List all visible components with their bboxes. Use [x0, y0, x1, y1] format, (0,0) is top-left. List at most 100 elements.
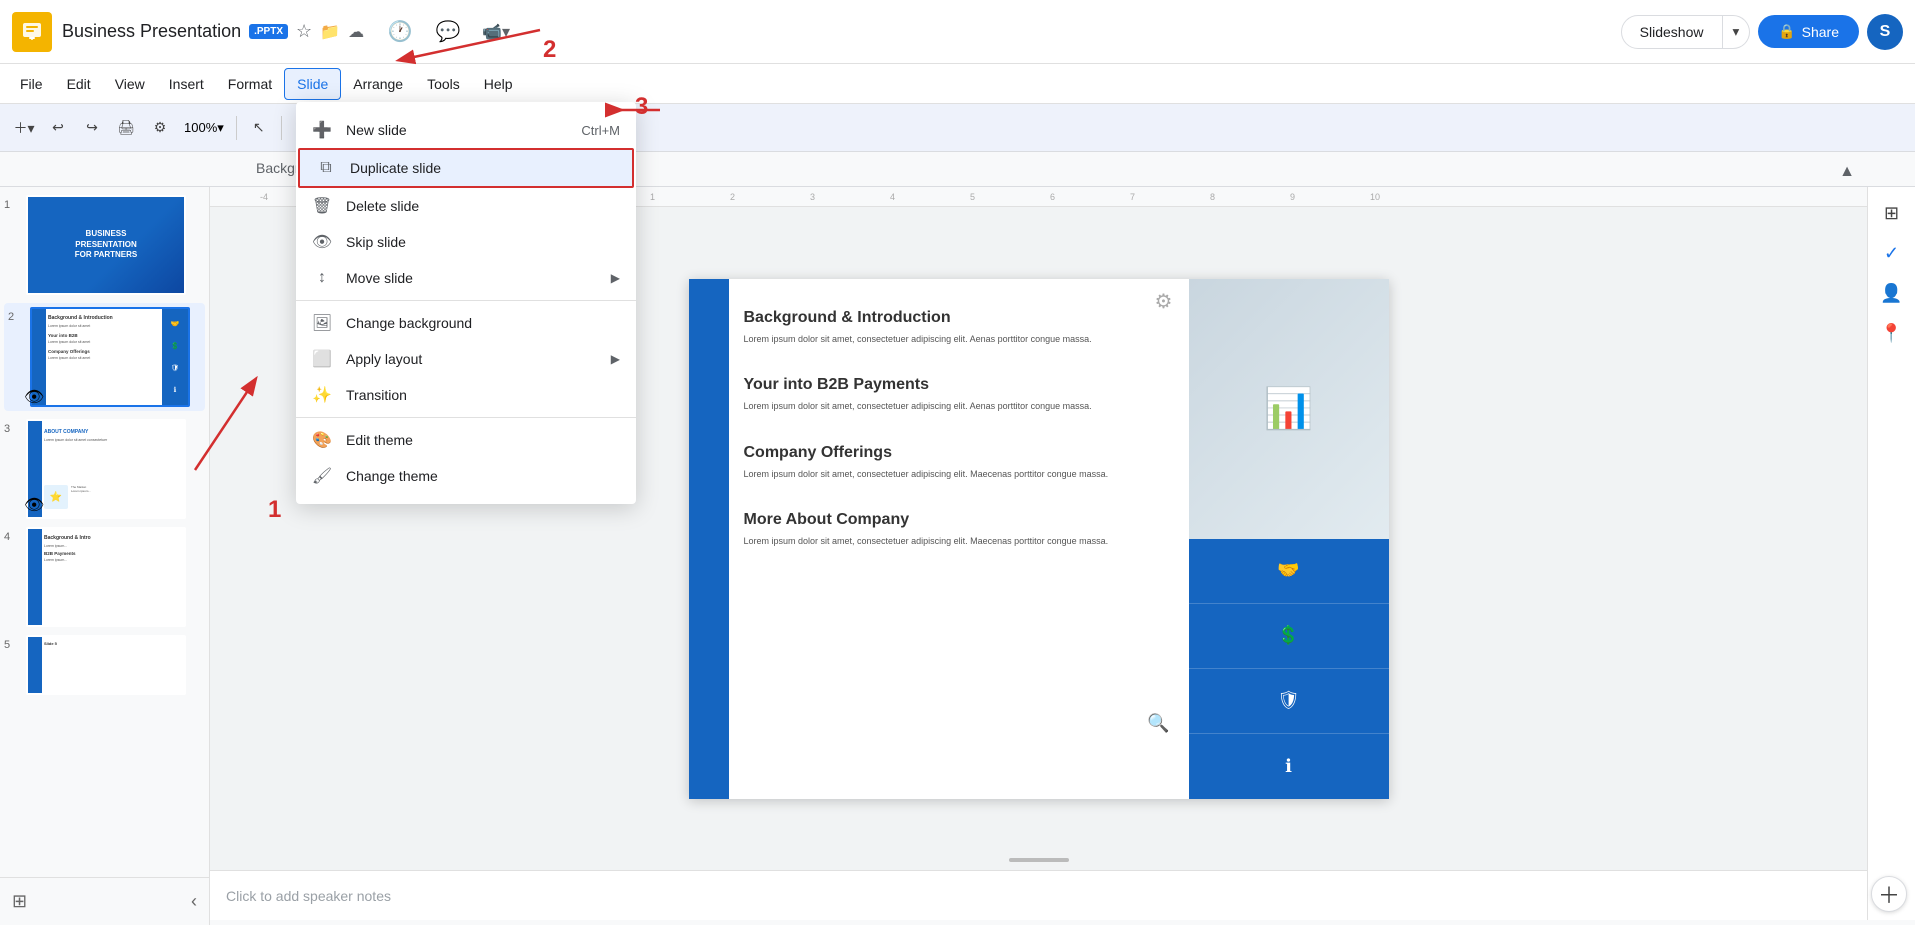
slide-thumb-4[interactable]: 4 Background & Intro Lorem ipsum... B2B …	[4, 527, 205, 627]
rs-table-icon[interactable]: ⊞	[1874, 195, 1910, 231]
toolbar-cursor-btn[interactable]: ↖	[243, 112, 275, 144]
slide-panel-bottom: ⊞ ‹	[0, 877, 210, 925]
edit-theme-icon: 🎨	[312, 430, 332, 450]
share-button[interactable]: 🔒 Share	[1758, 15, 1859, 48]
pptx-badge: .PPTX	[249, 24, 288, 39]
menu-duplicate-slide[interactable]: ⧉ Duplicate slide	[298, 148, 634, 188]
notes-placeholder[interactable]: Click to add speaker notes	[226, 888, 391, 904]
cloud-icon[interactable]: ☁	[348, 22, 364, 42]
apply-layout-arrow: ▶	[611, 352, 620, 366]
history-icon[interactable]: 🕐	[380, 12, 420, 52]
menu-change-theme[interactable]: 🖌 Change theme	[296, 458, 636, 494]
move-slide-arrow: ▶	[611, 271, 620, 285]
menu-section-1: ➕ New slide Ctrl+M ⧉ Duplicate slide 🗑 D…	[296, 108, 636, 301]
rs-check-icon[interactable]: ✓	[1874, 235, 1910, 271]
notes-area[interactable]: Click to add speaker notes	[210, 870, 1867, 920]
slide-heading-4: More About Company	[744, 511, 1179, 529]
doc-title[interactable]: Business Presentation	[62, 21, 241, 43]
menu-transition[interactable]: ✨ Transition	[296, 377, 636, 413]
toolbar-separator-2	[281, 116, 282, 140]
slide-num-3: 3	[4, 419, 20, 435]
slide-text-3: Lorem ipsum dolor sit amet, consectetuer…	[744, 468, 1179, 482]
delete-slide-icon: 🗑	[312, 196, 332, 216]
grid-view-button[interactable]: ⊞	[12, 891, 27, 912]
slide-thumb-5[interactable]: 5 Slide 5	[4, 635, 205, 695]
app-icon	[12, 12, 52, 52]
menu-section-2: 🖼 Change background ⬜ Apply layout ▶ ✨ T…	[296, 301, 636, 418]
toolbar-undo-btn[interactable]: ↩	[42, 112, 74, 144]
present-icon[interactable]: 📹▾	[476, 12, 516, 52]
title-area: Business Presentation .PPTX ☆ 📁 ☁	[62, 21, 364, 43]
menu-bar: File Edit View Insert Format Slide Arran…	[0, 64, 1915, 104]
slideshow-btn-area: Slideshow ▾ 🔒 Share S	[1621, 14, 1903, 50]
rs-person-icon[interactable]: 👤	[1874, 275, 1910, 311]
zoom-dropdown-icon: ▾	[217, 120, 224, 136]
menu-new-slide[interactable]: ➕ New slide Ctrl+M	[296, 112, 636, 148]
lock-icon: 🔒	[1778, 23, 1795, 40]
tab-group: Background & Layout Theme Transition	[0, 152, 1915, 186]
topright-icons: 🕐 💬 📹▾	[380, 12, 516, 52]
slide-thumb-1[interactable]: 1 BUSINESSPRESENTATIONFOR PARTNERS	[4, 195, 205, 295]
slide-preview-4[interactable]: Background & Intro Lorem ipsum... B2B Pa…	[26, 527, 186, 627]
slide-preview-3[interactable]: ABOUT COMPANY Lorem ipsum dolor sit amet…	[26, 419, 186, 519]
slide-preview-1[interactable]: BUSINESSPRESENTATIONFOR PARTNERS	[26, 195, 186, 295]
star-icon[interactable]: ☆	[296, 21, 312, 42]
slide-image-grid: 📊 🤝 💲 🛡 ℹ	[1189, 279, 1389, 799]
grid-icon-4: ℹ	[1189, 734, 1389, 799]
toolbar-print-btn[interactable]: 🖨	[110, 112, 142, 144]
menu-skip-slide[interactable]: 👁 Skip slide	[296, 224, 636, 260]
folder-icon[interactable]: 📁	[320, 22, 340, 42]
rs-map-icon[interactable]: 📍	[1874, 315, 1910, 351]
top-bar: Business Presentation .PPTX ☆ 📁 ☁ 🕐 💬 📹▾…	[0, 0, 1915, 64]
avatar[interactable]: S	[1867, 14, 1903, 50]
slide-dropdown-menu: ➕ New slide Ctrl+M ⧉ Duplicate slide 🗑 D…	[296, 102, 636, 504]
change-theme-icon: 🖌	[312, 466, 332, 486]
add-slide-button[interactable]: ＋	[1871, 876, 1907, 912]
slide-thumb-3[interactable]: 3 ABOUT COMPANY Lorem ipsum dolor sit am…	[4, 419, 205, 519]
toolbar-zoom[interactable]: 100% ▾	[178, 120, 230, 136]
menu-view[interactable]: View	[103, 68, 157, 100]
menu-insert[interactable]: Insert	[157, 68, 216, 100]
menu-file[interactable]: File	[8, 68, 55, 100]
menu-tools[interactable]: Tools	[415, 68, 472, 100]
menu-edit[interactable]: Edit	[55, 68, 103, 100]
menu-help[interactable]: Help	[472, 68, 525, 100]
menu-slide[interactable]: Slide	[284, 68, 341, 100]
grid-icon-2: 💲	[1189, 604, 1389, 669]
tabs-bar: Background & Layout Theme Transition ▲	[0, 152, 1915, 187]
menu-format[interactable]: Format	[216, 68, 284, 100]
comment-icon[interactable]: 💬	[428, 12, 468, 52]
slide-num-5: 5	[4, 635, 20, 651]
menu-edit-theme[interactable]: 🎨 Edit theme	[296, 422, 636, 458]
collapse-panel-button[interactable]: ▲	[1827, 152, 1867, 192]
right-sidebar: ⊞ ✓ 👤 📍 ＋	[1867, 187, 1915, 920]
slide-icon-eye-3: 👁	[24, 495, 44, 515]
slide-preview-5[interactable]: Slide 5	[26, 635, 186, 695]
slide-heading-1: Background & Introduction	[744, 309, 1179, 327]
duplicate-slide-icon: ⧉	[316, 158, 336, 178]
menu-change-background[interactable]: 🖼 Change background	[296, 305, 636, 341]
new-slide-icon: ➕	[312, 120, 332, 140]
grid-icon-1: 🤝	[1189, 539, 1389, 604]
slide-panel: 1 BUSINESSPRESENTATIONFOR PARTNERS 2 Bac…	[0, 187, 210, 920]
slide-num-2: 2	[8, 307, 24, 323]
slide-blue-strip	[689, 279, 729, 799]
toolbar-redo-btn[interactable]: ↪	[76, 112, 108, 144]
slide-settings-icon: ⚙	[1149, 287, 1179, 317]
slide-main[interactable]: Background & Introduction Lorem ipsum do…	[689, 279, 1389, 799]
change-bg-icon: 🖼	[312, 313, 332, 333]
toggle-panel-button[interactable]: ‹	[191, 891, 197, 912]
menu-delete-slide[interactable]: 🗑 Delete slide	[296, 188, 636, 224]
menu-arrange[interactable]: Arrange	[341, 68, 415, 100]
slide-text-content: Background & Introduction Lorem ipsum do…	[744, 309, 1179, 563]
menu-apply-layout[interactable]: ⬜ Apply layout ▶	[296, 341, 636, 377]
slideshow-dropdown-button[interactable]: ▾	[1723, 15, 1751, 49]
transition-icon: ✨	[312, 385, 332, 405]
menu-move-slide[interactable]: ↕ Move slide ▶	[296, 260, 636, 296]
slide-thumb-2[interactable]: 2 Background & Introduction Lorem ipsum …	[4, 303, 205, 411]
slide-num-4: 4	[4, 527, 20, 543]
toolbar-options-btn[interactable]: ⚙	[144, 112, 176, 144]
slideshow-button[interactable]: Slideshow	[1621, 15, 1723, 49]
slide-text-4: Lorem ipsum dolor sit amet, consectetuer…	[744, 535, 1179, 549]
toolbar-add-btn[interactable]: ＋▾	[8, 112, 40, 144]
